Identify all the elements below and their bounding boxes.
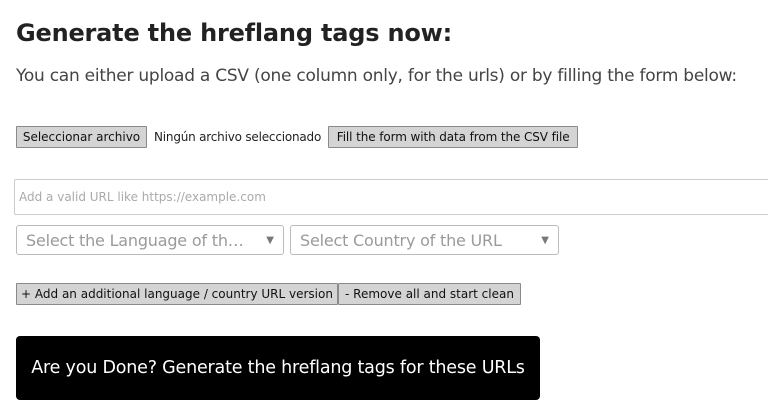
language-select-placeholder: Select the Language of th… [26, 230, 244, 250]
language-select[interactable]: Select the Language of th… ▼ [16, 225, 284, 255]
file-status-text: Ningún archivo seleccionado [154, 130, 322, 144]
choose-file-button[interactable]: Seleccionar archivo [16, 126, 147, 148]
hreflang-generator-page: Generate the hreflang tags now: You can … [0, 0, 768, 415]
url-input[interactable] [14, 179, 768, 215]
page-subtitle: You can either upload a CSV (one column … [16, 66, 737, 86]
country-select-placeholder: Select Country of the URL [300, 230, 502, 250]
url-version-actions: + Add an additional language / country U… [16, 283, 521, 305]
add-url-version-button[interactable]: + Add an additional language / country U… [16, 283, 338, 305]
generate-hreflang-button[interactable]: Are you Done? Generate the hreflang tags… [16, 336, 540, 400]
remove-all-button[interactable]: - Remove all and start clean [338, 283, 521, 305]
page-title: Generate the hreflang tags now: [16, 19, 452, 47]
chevron-down-icon: ▼ [266, 234, 274, 246]
csv-upload-row: Seleccionar archivo Ningún archivo selec… [16, 125, 579, 149]
country-select[interactable]: Select Country of the URL ▼ [290, 225, 559, 255]
fill-from-csv-button[interactable]: Fill the form with data from the CSV fil… [328, 126, 579, 148]
chevron-down-icon: ▼ [541, 234, 549, 246]
